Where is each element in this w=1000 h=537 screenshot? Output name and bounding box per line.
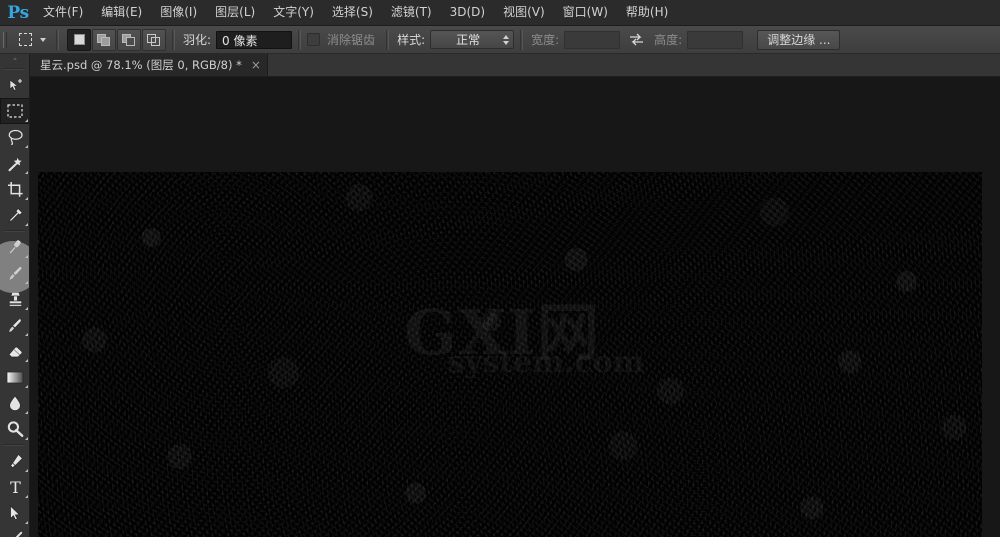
add-to-selection-button[interactable]	[92, 28, 116, 51]
options-divider	[172, 29, 175, 50]
line-tool[interactable]	[0, 526, 29, 537]
menu-item-window[interactable]: 窗口(W)	[554, 1, 617, 24]
refine-edge-button[interactable]: 调整边缘 ...	[757, 29, 841, 50]
style-spinner-icon	[503, 34, 510, 45]
tool-flyout-indicator-icon	[25, 119, 28, 122]
brush-tool[interactable]	[0, 260, 29, 286]
tool-flyout-indicator-icon	[25, 145, 28, 148]
tool-options-bar: 羽化: 0 像素 消除锯齿 样式: 正常 宽度: 高度: 调整边缘 ...	[0, 26, 1000, 54]
antialias-label: 消除锯齿	[327, 33, 376, 47]
height-input[interactable]	[687, 30, 744, 49]
options-divider	[386, 29, 390, 50]
options-bar-gripper[interactable]	[0, 26, 10, 54]
tools-divider	[4, 68, 25, 70]
photoshop-logo-icon: Ps	[7, 2, 29, 23]
options-divider	[298, 29, 302, 50]
menu-item-layer[interactable]: 图层(L)	[206, 1, 264, 24]
tool-preset-chevron-down-icon[interactable]	[36, 29, 50, 51]
menu-bar: Ps 文件(F) 编辑(E) 图像(I) 图层(L) 文字(Y) 选择(S) 滤…	[0, 0, 1000, 26]
tool-flyout-indicator-icon	[25, 359, 28, 362]
intersect-with-selection-button[interactable]	[142, 28, 166, 51]
document-tab[interactable]: 星云.psd @ 78.1% (图层 0, RGB/8) * ×	[30, 53, 268, 76]
tool-flyout-indicator-icon	[25, 223, 28, 226]
options-divider	[520, 29, 524, 50]
menu-item-edit[interactable]: 编辑(E)	[92, 1, 151, 24]
selection-mode-group	[67, 28, 166, 51]
dodge-tool[interactable]	[0, 416, 29, 442]
tool-flyout-indicator-icon	[25, 469, 28, 472]
tool-flyout-indicator-icon	[25, 385, 28, 388]
tool-flyout-indicator-icon	[25, 411, 28, 414]
move-tool[interactable]	[0, 72, 29, 98]
gripper-dots: ··	[12, 55, 17, 64]
tool-flyout-indicator-icon	[25, 521, 28, 524]
lasso-tool[interactable]	[0, 124, 29, 150]
menu-item-file[interactable]: 文件(F)	[34, 1, 92, 24]
menu-item-view[interactable]: 视图(V)	[494, 1, 554, 24]
document-tab-bar: 星云.psd @ 78.1% (图层 0, RGB/8) * ×	[30, 53, 1000, 77]
close-icon[interactable]: ×	[251, 59, 261, 71]
menu-item-help[interactable]: 帮助(H)	[617, 1, 677, 24]
tool-flyout-indicator-icon	[25, 437, 28, 440]
gradient-tool[interactable]	[0, 364, 29, 390]
crop-tool[interactable]	[0, 176, 29, 202]
pen-tool[interactable]	[0, 448, 29, 474]
tool-flyout-indicator-icon	[25, 495, 28, 498]
menu-item-3d[interactable]: 3D(D)	[441, 1, 494, 24]
tools-panel: ·· T	[0, 54, 30, 537]
tool-flyout-indicator-icon	[25, 197, 28, 200]
blur-tool[interactable]	[0, 390, 29, 416]
eraser-tool[interactable]	[0, 338, 29, 364]
type-tool[interactable]: T	[0, 474, 29, 500]
tool-flyout-indicator-icon	[25, 171, 28, 174]
menu-item-image[interactable]: 图像(I)	[151, 1, 206, 24]
tool-flyout-indicator-icon	[25, 307, 28, 310]
new-selection-button[interactable]	[67, 28, 91, 51]
menu-item-type[interactable]: 文字(Y)	[264, 1, 323, 24]
eyedropper-tool[interactable]	[0, 202, 29, 228]
style-select[interactable]: 正常	[430, 30, 515, 49]
subtract-from-selection-button[interactable]	[117, 28, 141, 51]
healing-brush-tool[interactable]	[0, 234, 29, 260]
width-input[interactable]	[564, 30, 621, 49]
tools-panel-gripper[interactable]: ··	[0, 54, 29, 66]
tool-flyout-indicator-icon	[25, 281, 28, 284]
style-label: 样式:	[397, 33, 426, 47]
style-select-value: 正常	[456, 33, 481, 47]
photoshop-window: Ps 文件(F) 编辑(E) 图像(I) 图层(L) 文字(Y) 选择(S) 滤…	[0, 0, 1000, 537]
options-divider	[56, 29, 59, 50]
rectangular-marquee-tool[interactable]	[0, 98, 29, 124]
feather-label: 羽化:	[183, 33, 212, 47]
magic-wand-tool[interactable]	[0, 150, 29, 176]
width-label: 宽度:	[531, 33, 560, 47]
document-tab-title: 星云.psd @ 78.1% (图层 0, RGB/8) *	[40, 57, 242, 72]
history-brush-tool[interactable]	[0, 312, 29, 338]
tools-divider	[4, 444, 25, 446]
tool-flyout-indicator-icon	[25, 255, 28, 258]
rectangular-marquee-icon[interactable]	[14, 29, 36, 51]
clone-stamp-tool[interactable]	[0, 286, 29, 312]
tool-flyout-indicator-icon	[25, 333, 28, 336]
canvas-image-content	[38, 172, 982, 537]
tools-divider	[4, 230, 25, 232]
height-label: 高度:	[654, 33, 683, 47]
svg-text:T: T	[10, 479, 21, 495]
feather-input[interactable]: 0 像素	[216, 30, 293, 49]
swap-width-height-icon[interactable]	[626, 30, 646, 50]
canvas-workspace[interactable]: GXI网 system.com	[30, 77, 1000, 537]
menu-item-select[interactable]: 选择(S)	[323, 1, 382, 24]
menu-item-filter[interactable]: 滤镜(T)	[382, 1, 441, 24]
document-canvas[interactable]: GXI网 system.com	[38, 172, 982, 537]
path-selection-tool[interactable]	[0, 500, 29, 526]
antialias-checkbox[interactable]	[307, 33, 321, 46]
